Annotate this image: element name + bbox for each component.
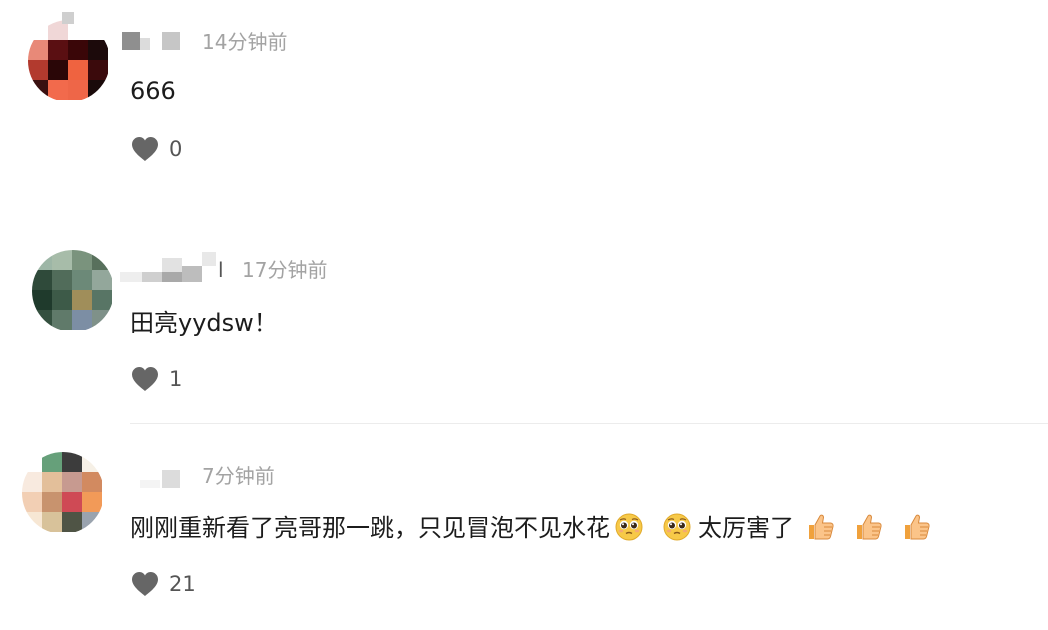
comment-text-part2: 太厉害了 xyxy=(698,514,794,542)
comment-text-part1: 刚刚重新看了亮哥那一跳，只见冒泡不见水花 xyxy=(130,514,610,542)
avatar-image xyxy=(28,20,110,102)
avatar-mosaic-overflow xyxy=(62,12,74,24)
comment-text: 田亮yydsw！ xyxy=(130,309,278,337)
thumbs-up-emoji xyxy=(902,512,932,542)
avatar-image xyxy=(32,250,114,332)
like-count: 21 xyxy=(169,572,196,596)
avatar[interactable] xyxy=(22,452,104,534)
comment-time: 14分钟前 xyxy=(202,30,288,54)
heart-icon xyxy=(131,366,159,392)
comment-time: 7分钟前 xyxy=(202,464,275,488)
comment-time: 17分钟前 xyxy=(242,258,328,282)
avatar-image xyxy=(22,452,104,534)
avatar[interactable] xyxy=(32,250,114,332)
username-fragment: l xyxy=(218,258,224,282)
like-count: 1 xyxy=(169,367,183,391)
comment-text: 刚刚重新看了亮哥那一跳，只见冒泡不见水花 太厉害了 xyxy=(130,512,938,543)
pleading-face-emoji xyxy=(662,512,692,542)
comment-text: 666 xyxy=(130,77,176,105)
avatar[interactable] xyxy=(28,12,110,102)
like-button[interactable]: 0 xyxy=(131,134,182,164)
heart-icon xyxy=(131,571,159,597)
like-count: 0 xyxy=(169,137,183,161)
like-button[interactable]: 1 xyxy=(131,364,182,394)
thumbs-up-emoji xyxy=(806,512,836,542)
thumbs-up-emoji xyxy=(854,512,884,542)
heart-icon xyxy=(131,136,159,162)
like-button[interactable]: 21 xyxy=(131,569,196,599)
pleading-face-emoji xyxy=(614,512,644,542)
comment-divider xyxy=(130,423,1048,424)
